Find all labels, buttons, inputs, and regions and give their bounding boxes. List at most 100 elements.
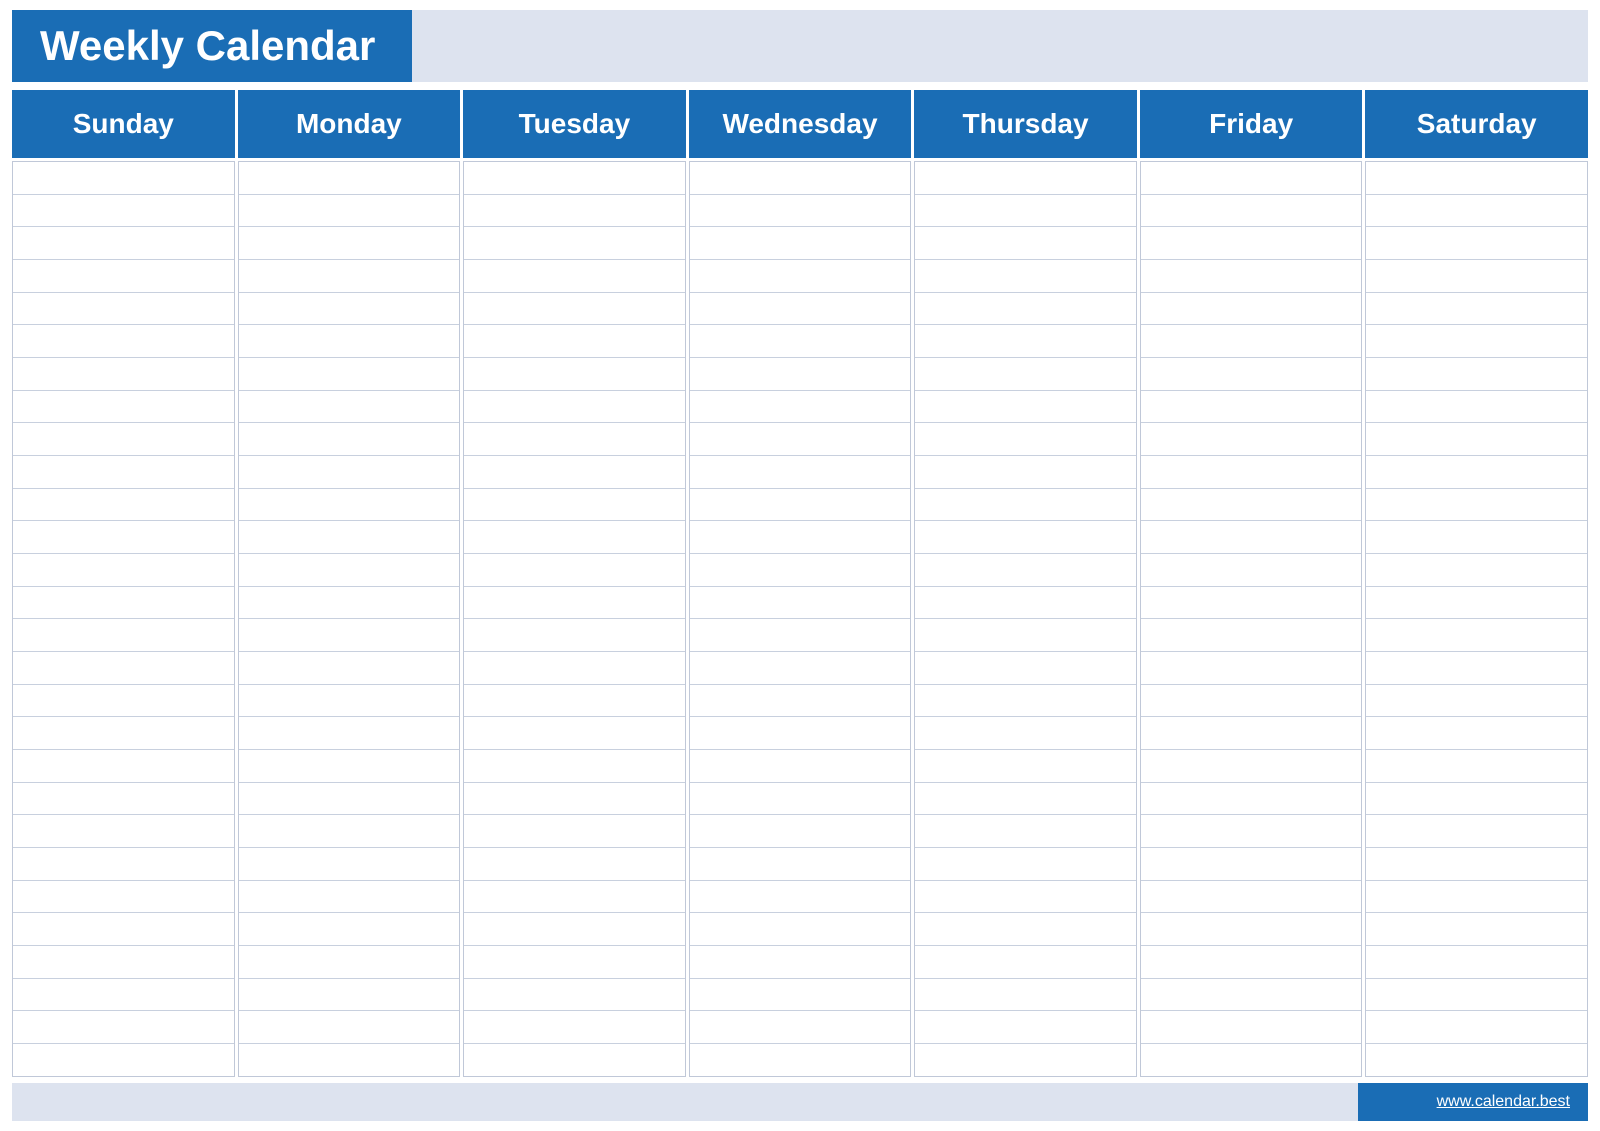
day-line[interactable]	[13, 260, 234, 293]
day-line[interactable]	[1141, 652, 1362, 685]
day-line[interactable]	[239, 848, 460, 881]
day-line[interactable]	[1366, 685, 1587, 718]
day-line[interactable]	[690, 325, 911, 358]
day-column-sunday[interactable]	[12, 161, 235, 1077]
day-line[interactable]	[915, 619, 1136, 652]
day-line[interactable]	[1366, 913, 1587, 946]
day-line[interactable]	[690, 783, 911, 816]
day-line[interactable]	[1141, 619, 1362, 652]
day-line[interactable]	[1141, 587, 1362, 620]
day-line[interactable]	[1366, 881, 1587, 914]
day-line[interactable]	[915, 750, 1136, 783]
day-column-saturday[interactable]	[1365, 161, 1588, 1077]
day-line[interactable]	[915, 391, 1136, 424]
day-line[interactable]	[239, 881, 460, 914]
day-line[interactable]	[464, 554, 685, 587]
day-line[interactable]	[915, 652, 1136, 685]
day-line[interactable]	[690, 881, 911, 914]
day-line[interactable]	[690, 652, 911, 685]
day-line[interactable]	[1366, 325, 1587, 358]
day-line[interactable]	[1141, 1044, 1362, 1076]
day-line[interactable]	[464, 456, 685, 489]
day-line[interactable]	[13, 1011, 234, 1044]
day-line[interactable]	[1141, 750, 1362, 783]
day-line[interactable]	[1366, 652, 1587, 685]
day-line[interactable]	[1141, 717, 1362, 750]
day-line[interactable]	[1141, 162, 1362, 195]
day-line[interactable]	[13, 195, 234, 228]
day-line[interactable]	[13, 423, 234, 456]
day-line[interactable]	[1366, 358, 1587, 391]
day-line[interactable]	[1141, 881, 1362, 914]
day-line[interactable]	[239, 391, 460, 424]
day-line[interactable]	[13, 227, 234, 260]
day-line[interactable]	[915, 521, 1136, 554]
day-line[interactable]	[690, 293, 911, 326]
day-line[interactable]	[1366, 260, 1587, 293]
day-line[interactable]	[464, 946, 685, 979]
day-line[interactable]	[239, 750, 460, 783]
day-line[interactable]	[1141, 848, 1362, 881]
day-line[interactable]	[13, 162, 234, 195]
day-line[interactable]	[239, 979, 460, 1012]
day-line[interactable]	[13, 456, 234, 489]
day-line[interactable]	[915, 946, 1136, 979]
day-line[interactable]	[239, 456, 460, 489]
day-line[interactable]	[13, 391, 234, 424]
day-line[interactable]	[1141, 260, 1362, 293]
day-line[interactable]	[1141, 783, 1362, 816]
day-line[interactable]	[464, 815, 685, 848]
day-line[interactable]	[915, 913, 1136, 946]
day-line[interactable]	[239, 619, 460, 652]
day-line[interactable]	[239, 260, 460, 293]
day-line[interactable]	[690, 554, 911, 587]
day-line[interactable]	[915, 489, 1136, 522]
day-line[interactable]	[239, 489, 460, 522]
day-line[interactable]	[1366, 554, 1587, 587]
day-line[interactable]	[464, 783, 685, 816]
day-line[interactable]	[690, 456, 911, 489]
day-line[interactable]	[13, 685, 234, 718]
day-line[interactable]	[239, 227, 460, 260]
day-line[interactable]	[690, 195, 911, 228]
day-line[interactable]	[13, 946, 234, 979]
day-line[interactable]	[464, 848, 685, 881]
day-line[interactable]	[464, 979, 685, 1012]
day-line[interactable]	[13, 652, 234, 685]
day-line[interactable]	[915, 162, 1136, 195]
day-line[interactable]	[690, 685, 911, 718]
day-line[interactable]	[239, 358, 460, 391]
day-column-friday[interactable]	[1140, 161, 1363, 1077]
day-line[interactable]	[690, 260, 911, 293]
day-line[interactable]	[915, 1011, 1136, 1044]
footer-link[interactable]: www.calendar.best	[1437, 1093, 1570, 1111]
day-line[interactable]	[464, 423, 685, 456]
day-line[interactable]	[690, 1011, 911, 1044]
day-line[interactable]	[464, 913, 685, 946]
day-line[interactable]	[464, 391, 685, 424]
day-line[interactable]	[1366, 1044, 1587, 1076]
day-line[interactable]	[1366, 717, 1587, 750]
day-line[interactable]	[239, 652, 460, 685]
day-line[interactable]	[1141, 1011, 1362, 1044]
day-line[interactable]	[1366, 162, 1587, 195]
day-line[interactable]	[1141, 946, 1362, 979]
day-line[interactable]	[915, 881, 1136, 914]
day-line[interactable]	[239, 685, 460, 718]
day-line[interactable]	[239, 717, 460, 750]
day-line[interactable]	[464, 260, 685, 293]
day-line[interactable]	[915, 1044, 1136, 1076]
day-line[interactable]	[464, 162, 685, 195]
day-line[interactable]	[915, 358, 1136, 391]
day-line[interactable]	[239, 1044, 460, 1076]
day-line[interactable]	[1366, 979, 1587, 1012]
day-line[interactable]	[239, 587, 460, 620]
day-line[interactable]	[13, 783, 234, 816]
day-line[interactable]	[13, 979, 234, 1012]
day-line[interactable]	[1366, 391, 1587, 424]
day-line[interactable]	[1141, 325, 1362, 358]
day-line[interactable]	[690, 619, 911, 652]
day-line[interactable]	[915, 195, 1136, 228]
day-line[interactable]	[690, 391, 911, 424]
day-column-thursday[interactable]	[914, 161, 1137, 1077]
